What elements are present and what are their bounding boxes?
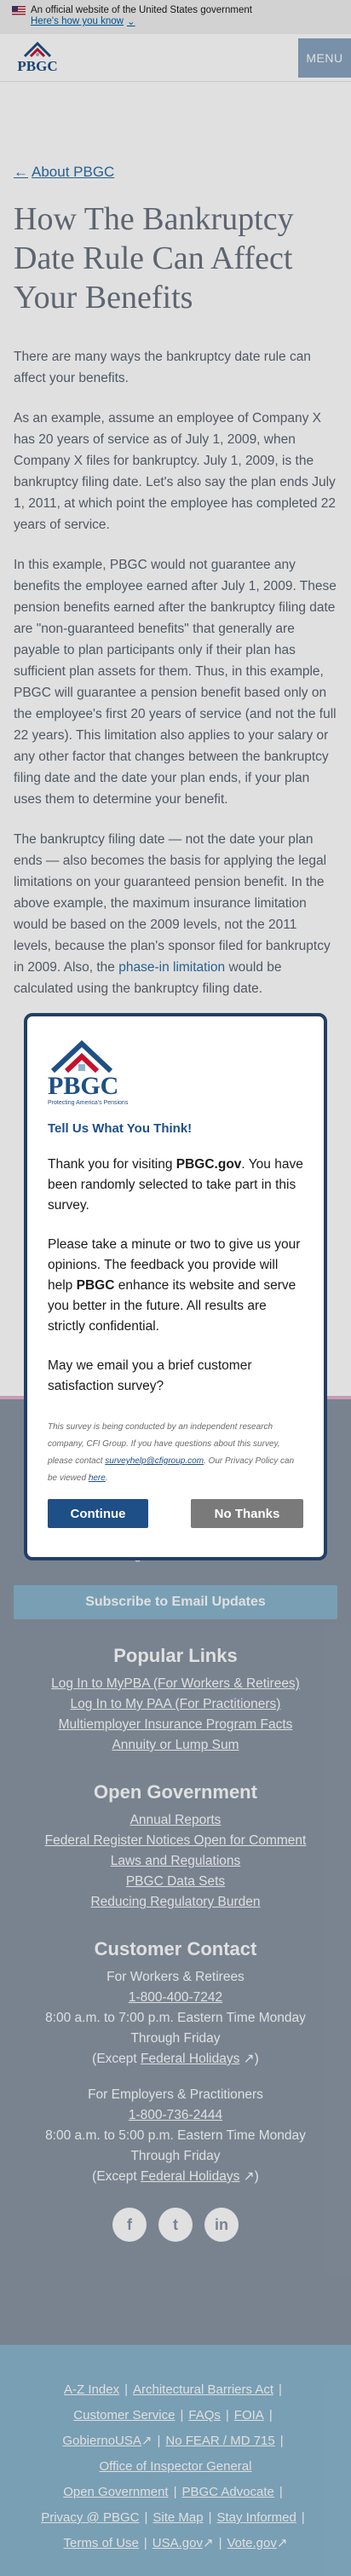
survey-modal: PBGC Protecting America's Pensions Tell … [24,1013,327,1560]
no-thanks-button[interactable]: No Thanks [191,1499,303,1528]
pbgc-emblem-icon [50,1039,113,1073]
survey-body: Please take a minute or two to give us y… [48,1237,301,1334]
survey-email-link[interactable]: surveyhelp@cfigroup.com [105,1456,204,1466]
survey-fine-print: This survey is being conducted by an ind… [48,1422,295,1483]
logo-text: PBGC [48,1072,119,1100]
privacy-policy-link[interactable]: here [89,1473,106,1483]
logo-tagline: Protecting America's Pensions [48,1100,129,1106]
survey-intro: Thank you for visiting PBGC.gov. You hav… [48,1157,303,1213]
pbgc-logo-large: PBGC Protecting America's Pensions [48,1039,303,1106]
continue-button[interactable]: Continue [48,1499,148,1528]
survey-question: May we email you a brief customer satisf… [48,1358,252,1393]
survey-heading: Tell Us What You Think! [48,1121,193,1136]
survey-buttons: Continue No Thanks [48,1499,303,1528]
